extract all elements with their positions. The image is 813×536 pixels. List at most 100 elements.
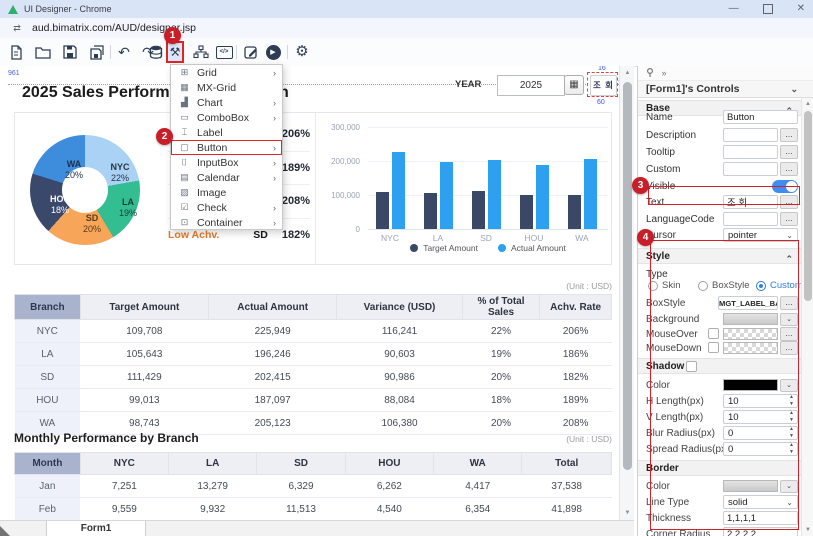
undo-icon[interactable]: ↶	[114, 42, 134, 62]
collapse-panel-icon[interactable]: »	[662, 68, 667, 78]
thickness-input[interactable]	[723, 511, 798, 525]
ellipsis-button[interactable]	[780, 341, 798, 355]
h-length-spinner[interactable]: 10▲▼	[723, 394, 798, 408]
v-length-spinner[interactable]: 10▲▼	[723, 410, 798, 424]
scroll-down-icon[interactable]: ▼	[802, 527, 813, 533]
panel-scrollbar[interactable]: ▲ ▼	[801, 98, 813, 536]
canvas-scrollbar[interactable]: ▲ ▼	[619, 66, 634, 520]
section-style[interactable]: Style	[638, 248, 801, 264]
ellipsis-button[interactable]	[780, 327, 798, 341]
menu-item-inputbox[interactable]: ⌷InputBox›	[171, 155, 282, 170]
bar-target-amount[interactable]	[472, 191, 485, 229]
bar-actual-amount[interactable]	[440, 162, 453, 229]
dropdown-button[interactable]	[780, 480, 798, 493]
background-swatch[interactable]	[723, 313, 778, 325]
mouseover-checkbox[interactable]	[708, 328, 719, 339]
dropdown-button[interactable]	[780, 313, 798, 326]
radio-boxstyle[interactable]: BoxStyle	[698, 280, 750, 291]
menu-item-chart[interactable]: ▟Chart›	[171, 95, 282, 110]
custom-input[interactable]	[723, 162, 778, 176]
settings-gear-icon[interactable]: ⚙	[292, 42, 312, 62]
menu-item-label[interactable]: ⌶Label	[171, 125, 282, 140]
save-icon[interactable]	[60, 42, 80, 62]
mousedown-swatch[interactable]	[723, 342, 778, 354]
scroll-up-icon[interactable]: ▲	[802, 101, 813, 107]
shadow-color-swatch[interactable]	[723, 379, 778, 391]
text-input[interactable]	[723, 195, 778, 209]
panel-header[interactable]: [Form1]'s Controls	[638, 81, 813, 98]
site-info-icon[interactable]	[10, 22, 24, 35]
year-input[interactable]	[497, 75, 565, 96]
radio-custom[interactable]: Custom	[756, 280, 803, 291]
ellipsis-button[interactable]	[780, 145, 798, 159]
corner-radius-input[interactable]	[723, 527, 798, 536]
border-color-swatch[interactable]	[723, 480, 778, 492]
dropdown-button[interactable]	[780, 379, 798, 392]
design-canvas[interactable]: 961 2025 Sales Performance by Branch YEA…	[0, 66, 619, 520]
cursor-select[interactable]: pointer	[723, 228, 798, 242]
ellipsis-button[interactable]	[780, 195, 798, 209]
menu-item-combobox[interactable]: ▭ComboBox›	[171, 110, 282, 125]
bar-target-amount[interactable]	[376, 192, 389, 229]
boxstyle-field[interactable]: MGT_LABEL_BASE	[718, 296, 778, 310]
bar-target-amount[interactable]	[520, 195, 533, 229]
close-icon[interactable]: ✕	[797, 4, 805, 14]
table-row[interactable]: Feb9,5599,93211,5134,5406,35441,898	[15, 498, 612, 521]
maximize-icon[interactable]	[763, 4, 773, 14]
languagecode-input[interactable]	[723, 212, 778, 226]
description-input[interactable]	[723, 128, 778, 142]
spread-radius-spinner[interactable]: 0▲▼	[723, 442, 798, 456]
run-icon[interactable]	[263, 42, 283, 62]
save-all-icon[interactable]	[87, 42, 107, 62]
edit-icon[interactable]	[241, 42, 261, 62]
menu-item-container[interactable]: ⊡Container›	[171, 215, 282, 230]
ellipsis-button[interactable]	[780, 212, 798, 226]
hierarchy-icon[interactable]	[191, 42, 211, 62]
ellipsis-button[interactable]	[780, 162, 798, 176]
bar-chart[interactable]: 300,000200,000100,0000NYCLASDHOUWATarget…	[316, 113, 612, 264]
new-file-icon[interactable]	[6, 42, 26, 62]
database-icon[interactable]	[146, 42, 166, 62]
scroll-down-icon[interactable]: ▼	[620, 510, 635, 516]
scrollbar-thumb[interactable]	[623, 82, 632, 470]
section-shadow[interactable]: Shadow	[638, 358, 801, 374]
pin-icon[interactable]	[646, 68, 657, 78]
bar-actual-amount[interactable]	[392, 152, 405, 229]
bar-actual-amount[interactable]	[584, 159, 597, 229]
calendar-icon[interactable]	[564, 75, 584, 95]
menu-item-grid[interactable]: ⊞Grid›	[171, 65, 282, 80]
name-input[interactable]	[723, 110, 798, 124]
bar-actual-amount[interactable]	[536, 165, 549, 229]
menu-item-mx-grid[interactable]: ▦MX-Grid	[171, 80, 282, 95]
radio-skin[interactable]: Skin	[648, 280, 680, 291]
monthly-table[interactable]: MonthNYCLASDHOUWATotalJan7,25113,2796,32…	[14, 452, 612, 520]
table-row[interactable]: Jan7,25113,2796,3296,2624,41737,538	[15, 475, 612, 498]
mouseover-swatch[interactable]	[723, 328, 778, 340]
table-row[interactable]: NYC109,708225,949116,24122%206%	[15, 320, 612, 343]
branch-summary-table[interactable]: BranchTarget AmountActual AmountVariance…	[14, 294, 612, 435]
menu-item-calendar[interactable]: ▤Calendar›	[171, 170, 282, 185]
menu-item-check[interactable]: ☑Check›	[171, 200, 282, 215]
table-row[interactable]: HOU99,013187,09788,08418%189%	[15, 389, 612, 412]
section-border[interactable]: Border	[638, 460, 801, 476]
menu-item-image[interactable]: ▨Image	[171, 185, 282, 200]
shadow-checkbox[interactable]	[686, 361, 697, 372]
ellipsis-button[interactable]	[780, 128, 798, 142]
bar-actual-amount[interactable]	[488, 160, 501, 229]
tools-icon[interactable]: ⚒	[166, 41, 184, 63]
table-row[interactable]: LA105,643196,24690,60319%186%	[15, 343, 612, 366]
tooltip-input[interactable]	[723, 145, 778, 159]
bar-target-amount[interactable]	[568, 195, 581, 229]
scrollbar-thumb[interactable]	[804, 111, 812, 301]
scroll-up-icon[interactable]: ▲	[620, 70, 635, 76]
mousedown-checkbox[interactable]	[708, 342, 719, 353]
menu-item-button[interactable]: ▢Button›	[171, 140, 282, 155]
blur-radius-spinner[interactable]: 0▲▼	[723, 426, 798, 440]
code-view-icon[interactable]: </>	[214, 42, 234, 62]
ellipsis-button[interactable]	[780, 296, 798, 310]
visible-toggle[interactable]	[772, 180, 798, 193]
tab-form1[interactable]: Form1	[46, 521, 146, 536]
open-folder-icon[interactable]	[33, 42, 53, 62]
table-row[interactable]: SD111,429202,41590,98620%182%	[15, 366, 612, 389]
bar-target-amount[interactable]	[424, 193, 437, 229]
